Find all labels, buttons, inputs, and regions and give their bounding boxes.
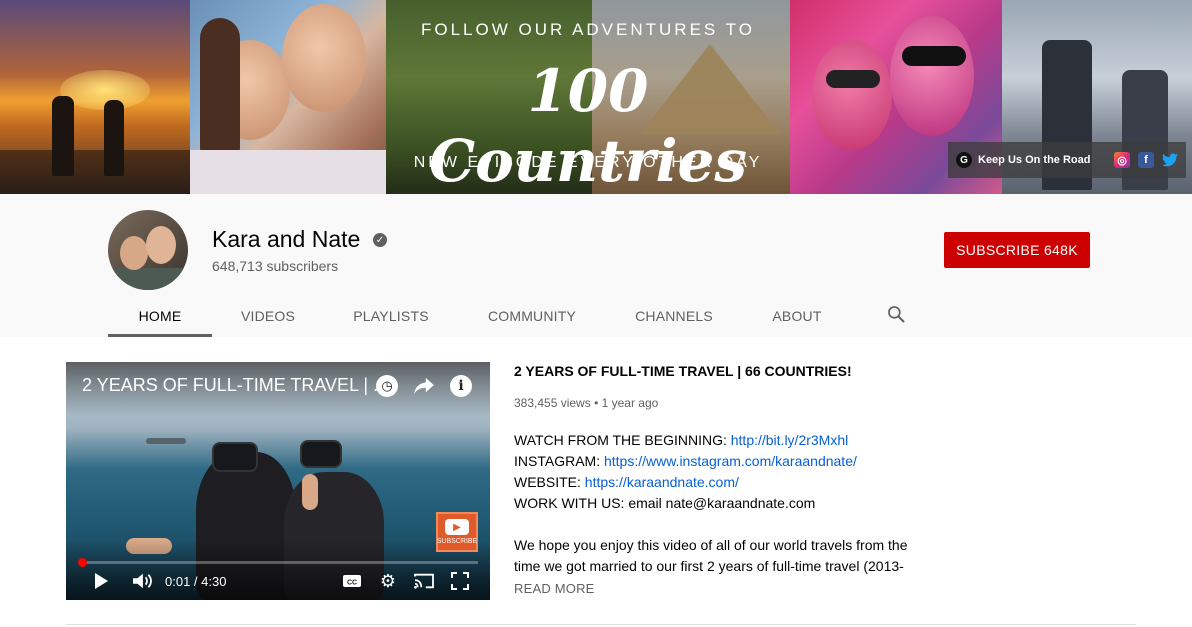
verified-check-icon: ✓ <box>373 233 387 247</box>
view-count: 383,455 views <box>514 396 591 410</box>
subscribe-watermark[interactable]: ▶ SUBSCRIBE <box>436 512 478 552</box>
tab-home[interactable]: HOME <box>108 294 212 337</box>
share-icon[interactable] <box>412 374 436 398</box>
video-player[interactable]: 2 YEARS OF FULL-TIME TRAVEL | ... ◷ i ▶ … <box>66 362 490 600</box>
featured-video-title[interactable]: 2 YEARS OF FULL-TIME TRAVEL | 66 COUNTRI… <box>514 363 852 379</box>
cast-icon[interactable] <box>412 570 436 592</box>
read-more-button[interactable]: READ MORE <box>514 581 595 596</box>
channel-banner: FOLLOW OUR ADVENTURES TO 100 Countries N… <box>0 0 1192 194</box>
facebook-icon[interactable]: f <box>1138 152 1154 168</box>
channel-avatar[interactable] <box>108 210 188 290</box>
banner-link[interactable]: Keep Us On the Road <box>978 154 1106 166</box>
section-divider <box>66 624 1136 625</box>
banner-subline: NEW EPISODE EVERY OTHER DAY <box>413 154 763 171</box>
playback-time: 0:01 / 4:30 <box>165 574 227 589</box>
instagram-icon[interactable]: ◎ <box>1114 152 1130 168</box>
fullscreen-icon[interactable] <box>450 570 470 592</box>
channel-tabs: HOME VIDEOS PLAYLISTS COMMUNITY CHANNELS… <box>108 294 852 337</box>
desc-line: INSTAGRAM: https://www.instagram.com/kar… <box>514 453 857 469</box>
progress-bar[interactable] <box>78 558 478 567</box>
search-icon[interactable] <box>886 304 906 324</box>
tab-about[interactable]: ABOUT <box>742 294 852 337</box>
clock-icon[interactable]: ◷ <box>376 375 398 397</box>
banner-photo-couple <box>190 0 386 194</box>
tab-community[interactable]: COMMUNITY <box>458 294 606 337</box>
link-favicon-icon[interactable]: G <box>956 152 972 168</box>
svg-text:CC: CC <box>347 580 357 587</box>
tab-videos[interactable]: VIDEOS <box>212 294 324 337</box>
upload-age: 1 year ago <box>601 396 659 410</box>
desc-line: WORK WITH US: email nate@karaandnate.com <box>514 495 816 511</box>
banner-links-bar: G Keep Us On the Road ◎ f <box>948 142 1186 178</box>
banner-photo-sunset <box>0 0 190 194</box>
featured-video-description: WATCH FROM THE BEGINNING: http://bit.ly/… <box>514 430 924 577</box>
desc-line: WEBSITE: https://karaandnate.com/ <box>514 474 739 490</box>
captions-icon[interactable]: CC <box>342 570 362 592</box>
tab-channels[interactable]: CHANNELS <box>606 294 742 337</box>
banner-headline: 100 Countries <box>428 57 748 194</box>
play-icon[interactable] <box>92 570 110 592</box>
tab-playlists[interactable]: PLAYLISTS <box>324 294 458 337</box>
info-icon[interactable]: i <box>450 375 472 397</box>
channel-name: Kara and Nate <box>212 226 361 252</box>
meta-separator: • <box>594 396 599 410</box>
featured-video-meta: 383,455 views • 1 year ago <box>514 396 658 410</box>
gear-icon[interactable]: ⚙ <box>378 570 398 592</box>
subscribe-button[interactable]: SUBSCRIBE 648K <box>944 232 1090 268</box>
volume-icon[interactable] <box>130 570 154 592</box>
desc-link[interactable]: http://bit.ly/2r3Mxhl <box>731 432 849 448</box>
desc-line: WATCH FROM THE BEGINNING: http://bit.ly/… <box>514 432 849 448</box>
subscriber-count: 648,713 subscribers <box>212 258 339 274</box>
desc-link[interactable]: https://karaandnate.com/ <box>585 474 739 490</box>
banner-tagline: FOLLOW OUR ADVENTURES TO <box>421 20 755 39</box>
desc-paragraph: We hope you enjoy this video of all of o… <box>514 537 908 574</box>
player-title[interactable]: 2 YEARS OF FULL-TIME TRAVEL | ... <box>82 375 388 396</box>
channel-header: Kara and Nate ✓ 648,713 subscribers SUBS… <box>0 194 1192 337</box>
twitter-icon[interactable] <box>1162 152 1178 168</box>
desc-link[interactable]: https://www.instagram.com/karaandnate/ <box>604 453 857 469</box>
